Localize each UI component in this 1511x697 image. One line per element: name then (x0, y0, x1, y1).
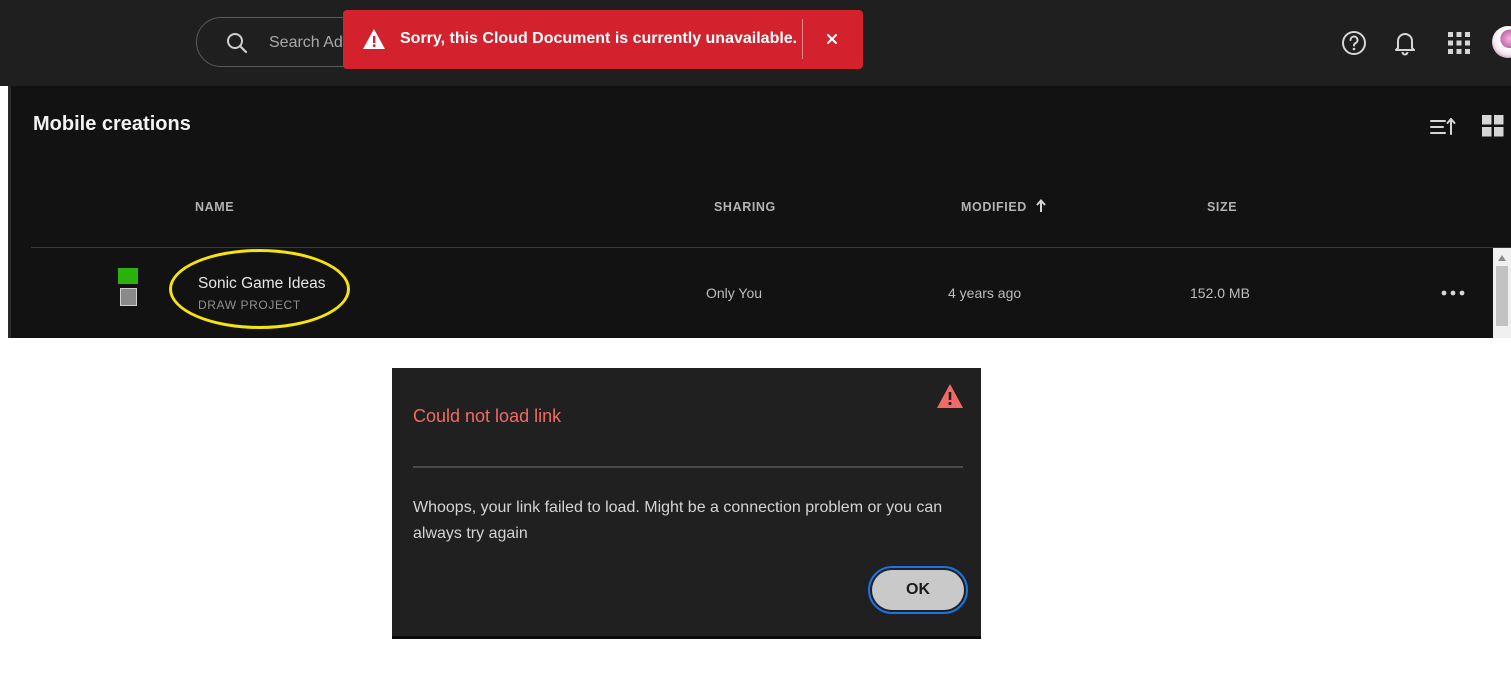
close-icon[interactable] (821, 28, 843, 50)
page-title: Mobile creations (33, 113, 191, 135)
toast-message: Sorry, this Cloud Document is currently … (400, 30, 798, 47)
column-header-name[interactable]: NAME (195, 200, 234, 214)
scrollbar-thumb[interactable] (1496, 266, 1508, 326)
ok-button-label: OK (872, 570, 964, 610)
help-icon[interactable] (1341, 30, 1367, 56)
warning-icon (363, 29, 385, 49)
dialog-bottom-edge (392, 636, 981, 639)
file-thumbnail (118, 268, 138, 308)
more-options-icon[interactable] (1441, 290, 1465, 296)
bell-icon[interactable] (1392, 30, 1418, 56)
grid-view-icon[interactable] (1482, 115, 1504, 137)
sort-icon[interactable] (1430, 116, 1456, 138)
avatar[interactable] (1492, 26, 1511, 58)
column-header-modified[interactable]: MODIFIED (961, 200, 1027, 214)
dialog-title: Could not load link (413, 406, 562, 426)
modified-cell: 4 years ago (948, 285, 1022, 301)
ok-button[interactable]: OK (868, 566, 968, 614)
dialog-message: Whoops, your link failed to load. Might … (413, 499, 943, 542)
column-header-sharing[interactable]: SHARING (714, 200, 776, 214)
highlight-ellipse (169, 249, 350, 329)
apps-grid-icon[interactable] (1446, 30, 1472, 56)
warning-icon (937, 384, 963, 408)
column-header-size[interactable]: SIZE (1207, 200, 1237, 214)
search-icon (227, 33, 248, 54)
error-toast: Sorry, this Cloud Document is currently … (343, 10, 863, 69)
sharing-cell: Only You (706, 285, 763, 301)
error-dialog: Could not load link Whoops, your link fa… (392, 368, 981, 639)
scroll-up-arrow-icon[interactable] (1498, 255, 1506, 261)
size-cell: 152.0 MB (1190, 285, 1250, 301)
arrow-up-icon (1036, 199, 1046, 212)
table-row[interactable]: Sonic Game Ideas DRAW PROJECT Only You 4… (31, 248, 1493, 338)
dialog-divider (413, 466, 963, 468)
toast-divider (802, 19, 803, 59)
scrollbar[interactable] (1493, 248, 1511, 338)
